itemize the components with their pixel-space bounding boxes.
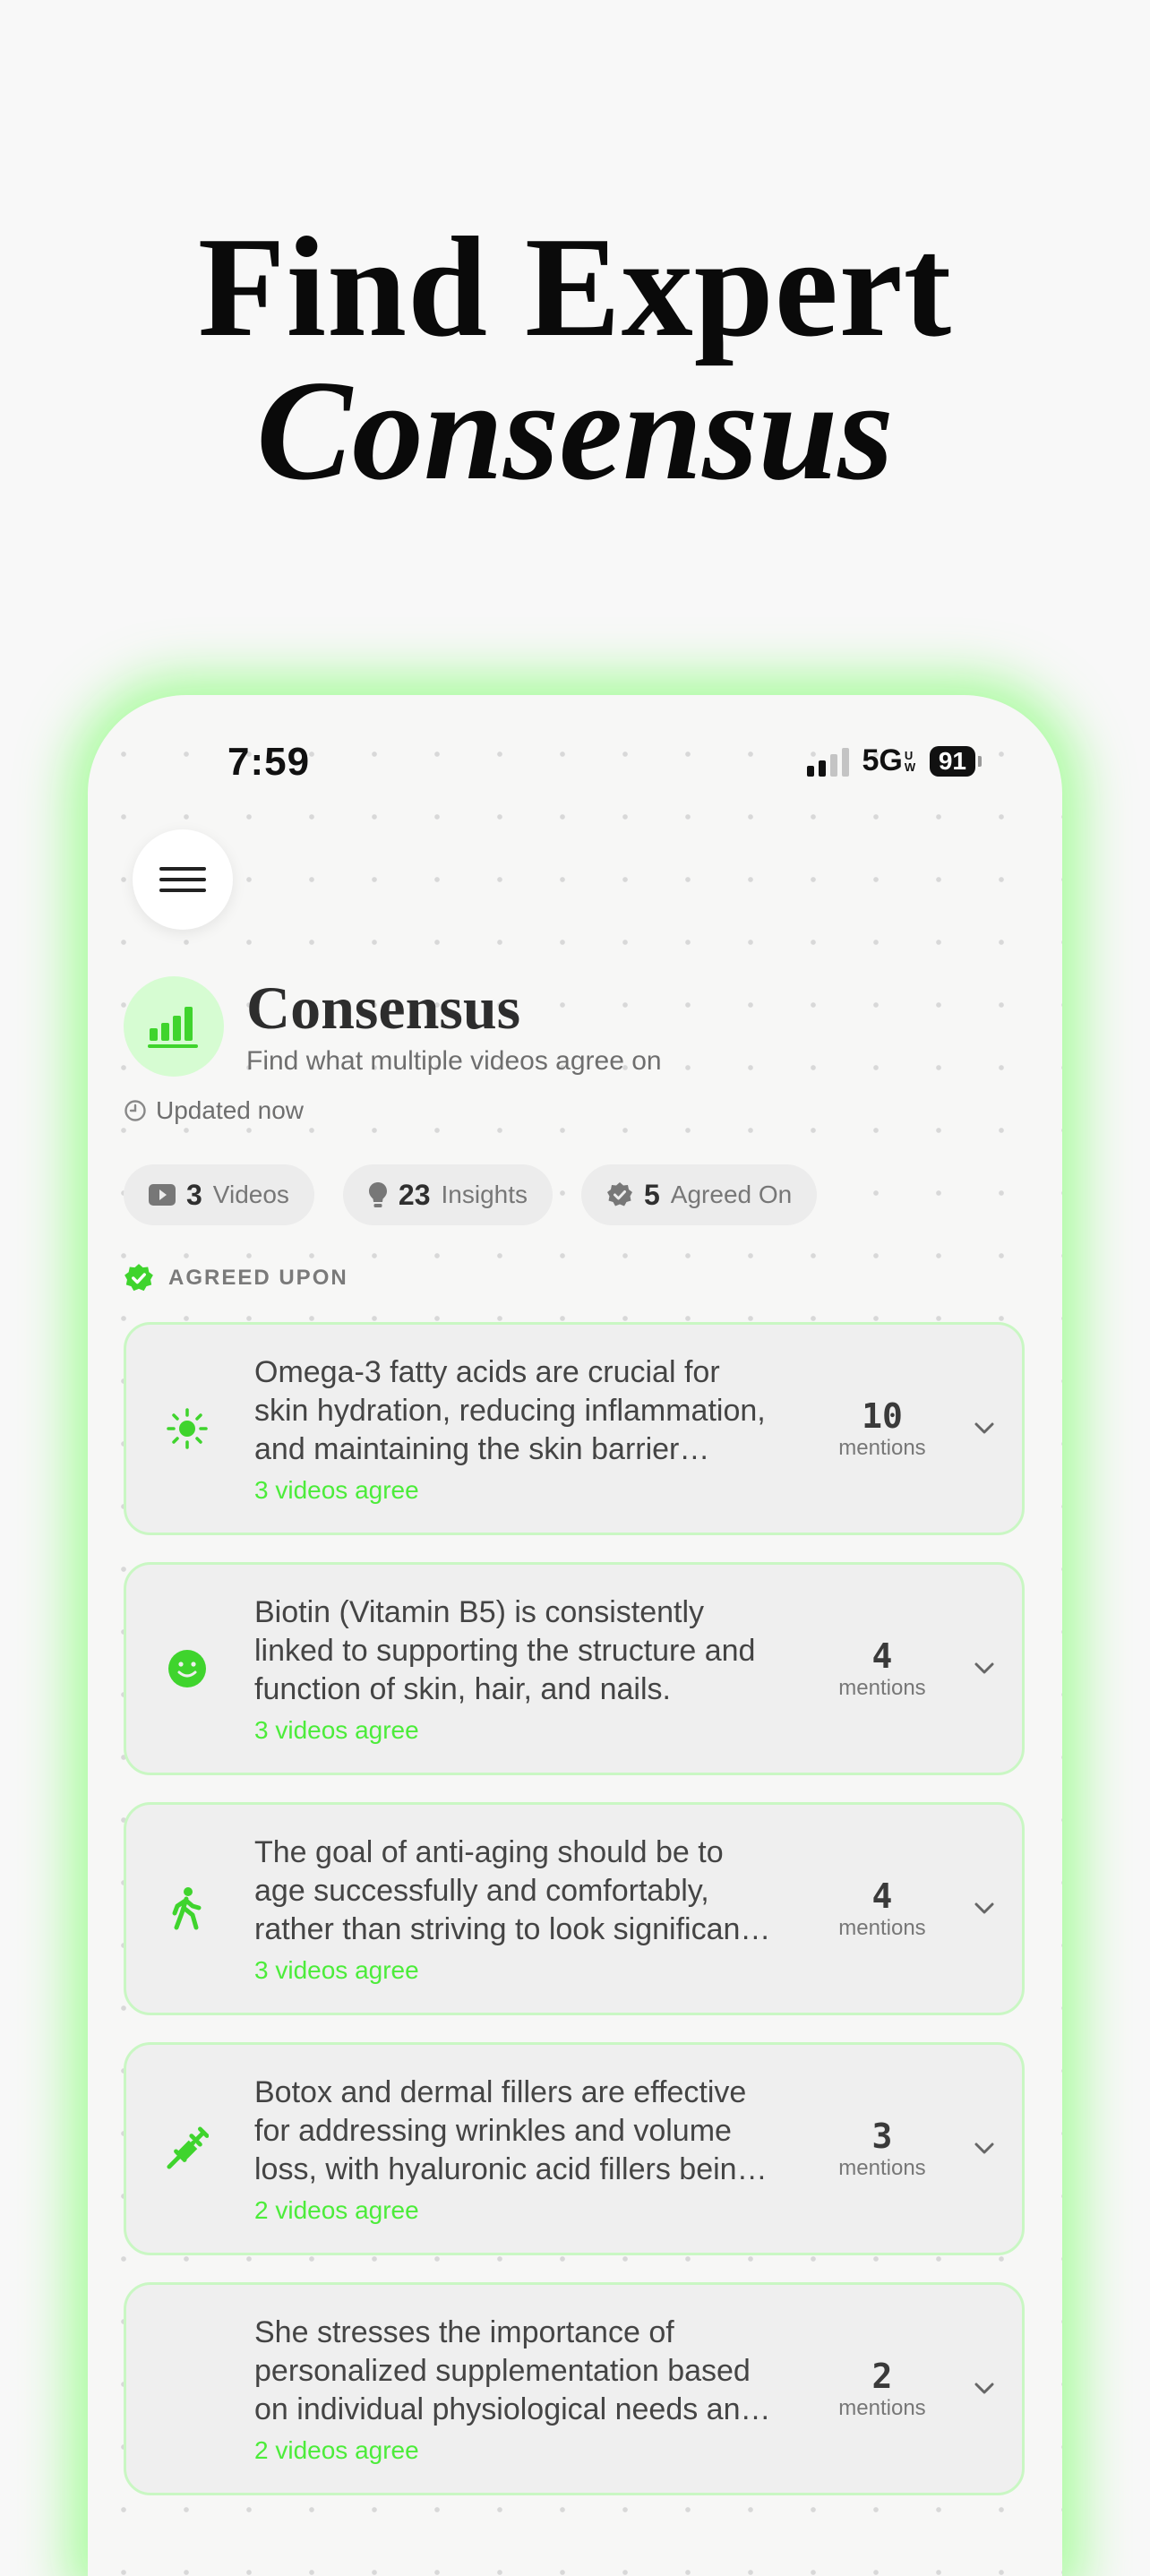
- chevron-down-icon[interactable]: [974, 1805, 995, 2013]
- consensus-card[interactable]: She stresses the importance of personali…: [124, 2282, 1025, 2495]
- network-badge: UW: [904, 748, 916, 774]
- card-agree-count: 3 videos agree: [254, 1476, 419, 1504]
- section-label: AGREED UPON: [168, 1266, 348, 1290]
- network-indicator: 5G UW: [862, 743, 916, 778]
- signal-bars-icon: [807, 746, 850, 777]
- battery-level: 91: [929, 745, 975, 777]
- status-time: 7:59: [227, 740, 311, 784]
- headline-line-2: Consensus: [256, 350, 894, 510]
- mentions-label: mentions: [838, 1676, 926, 1700]
- walking-icon: [166, 1805, 209, 2013]
- mentions-number: 4: [871, 1876, 893, 1916]
- battery-icon: 91: [929, 745, 982, 777]
- consensus-list: Omega-3 fatty acids are crucial for skin…: [124, 1322, 1025, 2522]
- verified-check-icon: [124, 1264, 153, 1292]
- mentions-count: 3 mentions: [828, 2045, 936, 2253]
- chevron-down-icon[interactable]: [974, 2285, 995, 2493]
- card-claim: The goal of anti-aging should be to age …: [254, 1835, 771, 1946]
- mentions-label: mentions: [838, 1916, 926, 1940]
- card-claim: She stresses the importance of personali…: [254, 2315, 758, 2426]
- smiley-icon: [166, 1565, 209, 1773]
- mentions-number: 10: [862, 1396, 903, 1436]
- chevron-down-icon[interactable]: [974, 2045, 995, 2253]
- mentions-count: 4 mentions: [828, 1565, 936, 1773]
- clock-icon: [124, 1100, 146, 1121]
- play-icon: [149, 1184, 176, 1206]
- chevron-down-icon[interactable]: [974, 1565, 995, 1773]
- consensus-logo-icon: [124, 976, 224, 1077]
- menu-button[interactable]: [133, 829, 233, 930]
- page-subtitle: Find what multiple videos agree on: [246, 1046, 662, 1076]
- mentions-count: 4 mentions: [828, 1805, 936, 2013]
- consensus-card[interactable]: The goal of anti-aging should be to age …: [124, 1802, 1025, 2015]
- chip-label: Agreed On: [670, 1181, 793, 1208]
- chip-count: 23: [398, 1178, 431, 1211]
- syringe-icon: [166, 2045, 209, 2253]
- card-agree-count: 3 videos agree: [254, 1716, 419, 1744]
- sun-icon: [166, 1325, 209, 1533]
- chevron-down-icon[interactable]: [974, 1325, 995, 1533]
- mentions-label: mentions: [838, 2156, 926, 2180]
- status-indicators: 5G UW 91: [807, 743, 982, 778]
- mentions-number: 4: [871, 1636, 893, 1676]
- updated-status: Updated now: [124, 1096, 304, 1125]
- chip-label: Insights: [441, 1181, 528, 1208]
- bar-chart-icon: [148, 1007, 198, 1048]
- verified-badge-icon: [607, 1182, 632, 1206]
- phone-screen: 7:59 5G UW 91 Consensus Find what multip…: [88, 695, 1062, 2576]
- chip-label: Videos: [212, 1181, 289, 1208]
- stats-chips: 3 Videos 23 Insights 5 Agreed On: [124, 1164, 818, 1225]
- mentions-number: 3: [871, 2117, 893, 2156]
- consensus-card[interactable]: Omega-3 fatty acids are crucial for skin…: [124, 1322, 1025, 1535]
- chip-agreed[interactable]: 5 Agreed On: [581, 1164, 818, 1225]
- marketing-headline: Find Expert Consensus: [0, 215, 1150, 502]
- card-claim: Biotin (Vitamin B5) is consistently link…: [254, 1595, 756, 1706]
- mentions-count: 2 mentions: [828, 2285, 936, 2493]
- card-agree-count: 3 videos agree: [254, 1956, 419, 1984]
- card-agree-count: 2 videos agree: [254, 2196, 419, 2224]
- updated-text: Updated now: [156, 1096, 305, 1124]
- chip-count: 3: [186, 1178, 202, 1211]
- mentions-number: 2: [871, 2357, 893, 2396]
- consensus-card[interactable]: Biotin (Vitamin B5) is consistently link…: [124, 1562, 1025, 1775]
- card-claim: Botox and dermal fillers are effective f…: [254, 2075, 754, 2186]
- headline-line-1: Find Expert: [197, 207, 953, 366]
- page-title: Consensus: [246, 974, 521, 1042]
- chip-insights[interactable]: 23 Insights: [342, 1164, 553, 1225]
- chip-count: 5: [644, 1178, 660, 1211]
- hamburger-icon: [159, 867, 206, 892]
- consensus-card[interactable]: Botox and dermal fillers are effective f…: [124, 2042, 1025, 2255]
- card-claim: Omega-3 fatty acids are crucial for skin…: [254, 1355, 766, 1466]
- mentions-count: 10 mentions: [828, 1325, 936, 1533]
- chip-videos[interactable]: 3 Videos: [124, 1164, 314, 1225]
- card-agree-count: 2 videos agree: [254, 2436, 419, 2464]
- section-header-agreed: AGREED UPON: [124, 1263, 348, 1293]
- mentions-label: mentions: [838, 1436, 926, 1460]
- network-type: 5G: [862, 743, 903, 777]
- mentions-label: mentions: [838, 2396, 926, 2420]
- lightbulb-icon: [368, 1182, 387, 1207]
